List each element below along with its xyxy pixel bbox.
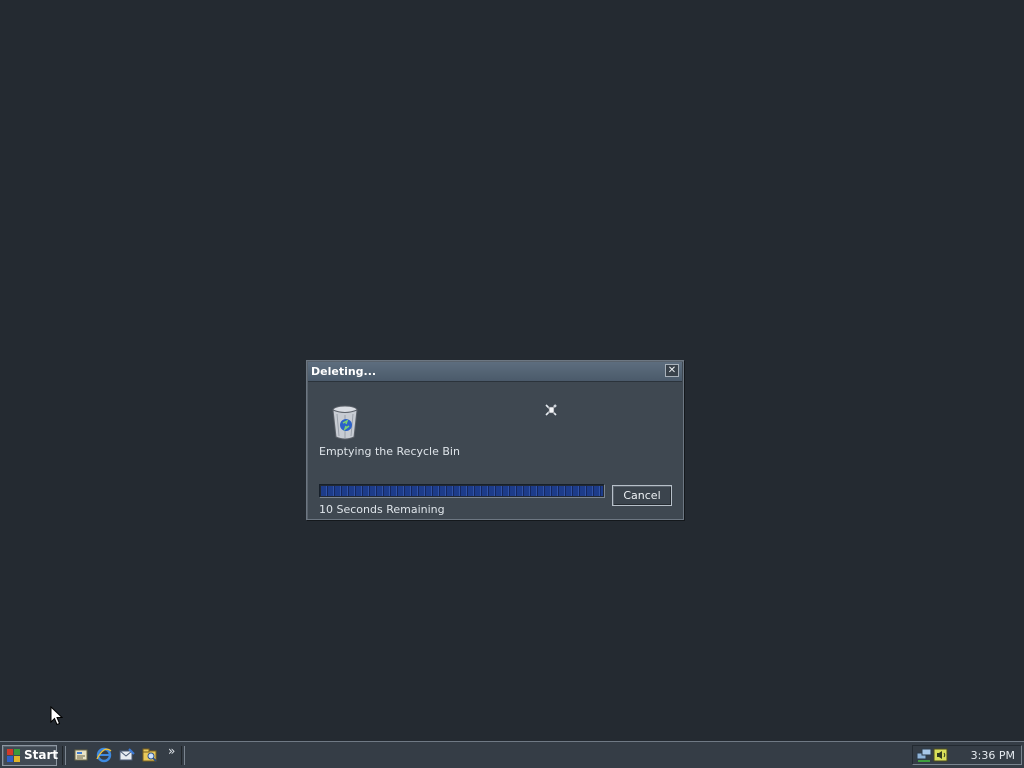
time-remaining-label: 10 Seconds Remaining xyxy=(319,503,445,516)
dialog-titlebar[interactable]: Deleting... ✕ xyxy=(308,362,682,382)
status-message: Emptying the Recycle Bin xyxy=(319,445,460,458)
mouse-cursor-icon xyxy=(50,706,63,726)
start-button[interactable]: Start xyxy=(2,745,59,766)
progress-fill xyxy=(321,486,603,496)
network-icon[interactable] xyxy=(916,748,932,762)
system-tray: 3:36 PM xyxy=(912,745,1022,765)
recycle-bin-icon xyxy=(332,405,358,440)
toolbar-separator xyxy=(62,746,66,765)
taskbar: Start » 3:36 PM xyxy=(0,741,1024,768)
deleting-dialog: Deleting... ✕ Emptying the Recycle Bin 1… xyxy=(306,360,684,520)
toolbar-separator xyxy=(181,746,185,765)
volume-icon[interactable] xyxy=(933,748,949,762)
internet-explorer-icon[interactable] xyxy=(96,747,112,763)
outlook-express-icon[interactable] xyxy=(119,747,135,763)
quick-launch-overflow-button[interactable]: » xyxy=(168,744,175,758)
show-desktop-icon[interactable] xyxy=(73,747,89,763)
windows-explorer-icon[interactable] xyxy=(142,747,158,763)
start-label: Start xyxy=(24,748,59,762)
flying-paper-icon xyxy=(545,404,557,416)
close-icon: ✕ xyxy=(667,365,677,376)
cancel-button[interactable]: Cancel xyxy=(612,485,672,506)
close-button[interactable]: ✕ xyxy=(665,364,679,377)
windows-logo-icon xyxy=(7,749,20,762)
dialog-title: Deleting... xyxy=(311,365,377,378)
progress-bar xyxy=(319,484,605,498)
clock: 3:36 PM xyxy=(970,749,1015,762)
